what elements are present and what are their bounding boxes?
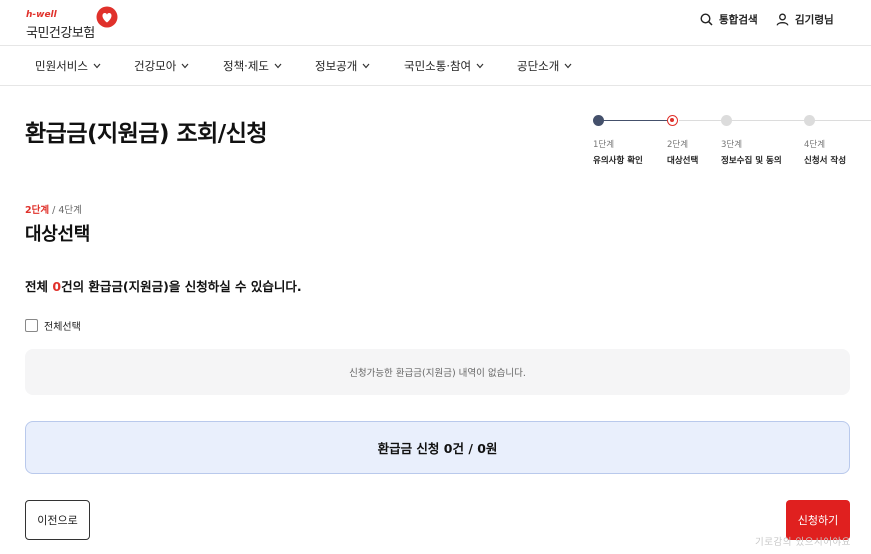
user-name-label: 김기령님 [795, 13, 834, 26]
nav-item-participation[interactable]: 국민소통·참여 [404, 58, 484, 74]
section-title: 대상선택 [25, 224, 91, 245]
nav-item-disclosure[interactable]: 정보공개 [315, 58, 370, 74]
select-all-checkbox[interactable]: 전체선택 [25, 318, 81, 333]
apply-button-label: 신청하기 [797, 514, 839, 527]
application-total-box: 환급금 신청 0건 / 0원 [25, 421, 850, 474]
empty-message-text: 신청가능한 환급금(지원금) 내역이 없습니다. [349, 368, 526, 379]
step-connector-pending [679, 120, 871, 121]
summary-prefix: 전체 [25, 279, 53, 294]
user-icon [776, 13, 789, 26]
previous-button-label: 이전으로 [37, 514, 78, 527]
step-4-number: 4단계 [804, 140, 826, 150]
total-steps-label: / 4단계 [49, 205, 82, 216]
nav-item-health[interactable]: 건강모아 [134, 58, 189, 74]
empty-list-message: 신청가능한 환급금(지원금) 내역이 없습니다. [25, 349, 850, 395]
logo-text: 국민건강보험 [26, 26, 95, 41]
nav-item-label: 국민소통·참여 [404, 59, 472, 73]
nav-item-policy[interactable]: 정책·제도 [223, 58, 282, 74]
nav-item-about[interactable]: 공단소개 [517, 58, 572, 74]
user-menu-button[interactable]: 김기령님 [776, 11, 834, 27]
step-indicator: 2단계 / 4단계 [25, 202, 82, 216]
step-connector-done [601, 120, 673, 121]
step-1-name: 유의사항 확인 [593, 156, 643, 166]
nav-item-civil-service[interactable]: 민원서비스 [35, 58, 101, 74]
application-total-text: 환급금 신청 0건 / 0원 [377, 441, 498, 456]
watermark-text: 기로감의 있으시어야요 [755, 537, 851, 548]
page-title: 환급금(지원금) 조회/신청 [25, 121, 268, 147]
summary-suffix: 건의 환급금(지원금)을 신청하실 수 있습니다. [61, 279, 302, 294]
chevron-down-icon [274, 63, 282, 69]
nav-item-label: 정책·제도 [223, 59, 269, 73]
step-2-dot [667, 115, 678, 126]
chevron-down-icon [93, 63, 101, 69]
step-3-number: 3단계 [721, 140, 743, 150]
step-2-name: 대상선택 [667, 156, 699, 166]
search-icon [700, 12, 713, 26]
step-2-number: 2단계 [667, 140, 689, 150]
integrated-search-button[interactable]: 통합검색 [700, 11, 758, 27]
nav-item-label: 민원서비스 [35, 59, 88, 73]
header: h-well 국민건강보험 통합검색 김기령님 [0, 0, 871, 46]
main-navigation: 민원서비스 건강모아 정책·제도 정보공개 국민소통·참여 공단소개 [0, 46, 871, 86]
logo-sub-text: h-well [26, 10, 57, 20]
integrated-search-label: 통합검색 [719, 13, 758, 26]
chevron-down-icon [362, 63, 370, 69]
step-3-name: 정보수집 및 동의 [721, 156, 782, 166]
nav-item-label: 건강모아 [134, 59, 177, 73]
eligible-count: 0 [52, 279, 62, 294]
checkbox-box[interactable] [25, 319, 38, 332]
nav-item-label: 정보공개 [315, 59, 358, 73]
logo[interactable]: h-well 국민건강보험 [26, 6, 126, 41]
progress-stepper: 1단계 2단계 3단계 4단계 유의사항 확인 대상선택 정보수집 및 동의 신… [590, 112, 871, 172]
step-4-name: 신청서 작성 [804, 156, 847, 166]
heart-logo-icon [96, 6, 118, 28]
nav-item-label: 공단소개 [517, 59, 560, 73]
current-step-label: 2단계 [25, 205, 50, 216]
chevron-down-icon [564, 63, 572, 69]
step-3-dot [721, 115, 732, 126]
select-all-label: 전체선택 [44, 322, 81, 333]
step-4-dot [804, 115, 815, 126]
step-1-dot [593, 115, 604, 126]
chevron-down-icon [181, 63, 189, 69]
eligible-summary: 전체 0건의 환급금(지원금)을 신청하실 수 있습니다. [25, 276, 302, 295]
chevron-down-icon [476, 63, 484, 69]
step-1-number: 1단계 [593, 140, 615, 150]
previous-button[interactable]: 이전으로 [25, 500, 90, 540]
